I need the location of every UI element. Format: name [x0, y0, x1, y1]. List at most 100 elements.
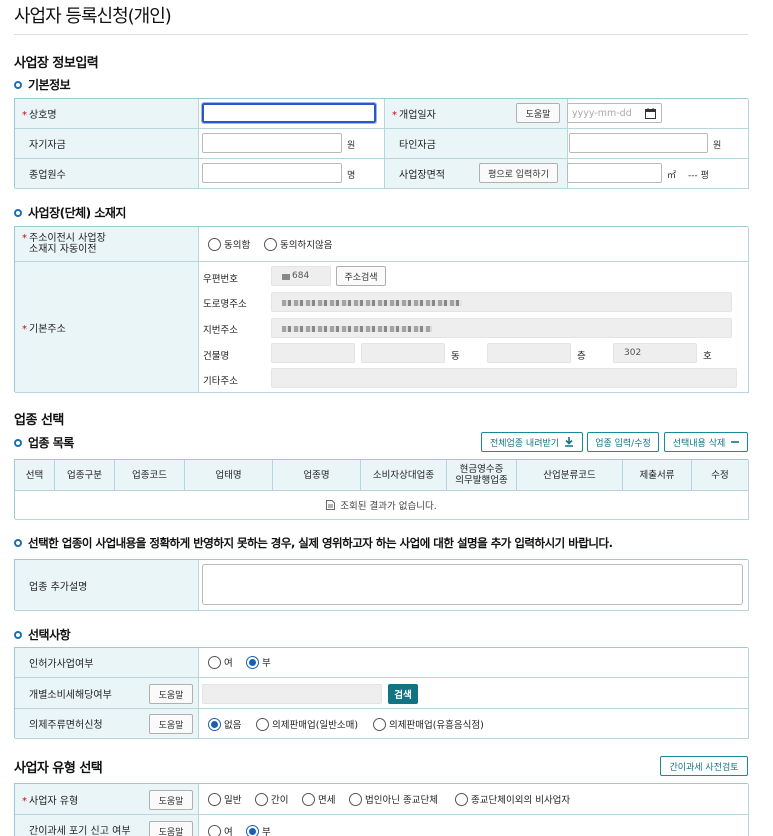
own-capital-input[interactable]	[202, 133, 342, 153]
biz-edit-button[interactable]: 업종 입력/수정	[587, 432, 659, 452]
address-search-button[interactable]: 주소검색	[336, 266, 386, 286]
permit-no-label: 부	[262, 658, 271, 669]
bullet-icon	[14, 80, 22, 89]
giveup-yes-radio[interactable]: 여	[208, 824, 233, 836]
extra-desc-label: 업종 추가설명	[15, 560, 199, 611]
masked-text	[282, 274, 290, 280]
ho-unit: 호	[703, 351, 712, 362]
radio-icon	[208, 824, 221, 836]
other-capital-label: 타인자금	[385, 129, 568, 159]
sqm-unit: ㎡	[667, 171, 677, 181]
liquor-entertain-radio[interactable]: 의제판매업(유흥음식점)	[373, 717, 484, 731]
masked-text	[282, 326, 432, 332]
type-other-radio[interactable]: 종교단체이외의 비사업자	[455, 792, 570, 806]
giveup-help-button[interactable]: 도움말	[149, 821, 193, 836]
liquor-help-button[interactable]: 도움말	[149, 714, 193, 734]
section-heading-info: 사업장 정보입력	[14, 56, 99, 71]
extra-desc-textarea[interactable]	[202, 564, 743, 605]
type-nonprofit-label: 법인아닌 종교단체	[365, 795, 438, 806]
subheading-options: 선택사항	[14, 626, 71, 643]
area-pyeong-button[interactable]: 평으로 입력하기	[479, 163, 558, 183]
type-general-label: 일반	[224, 795, 242, 806]
jibun-address-label: 지번주소	[203, 325, 238, 336]
radio-icon	[208, 655, 221, 669]
subheading-options-label: 선택사항	[28, 628, 71, 642]
empty-row: 조회된 결과가 없습니다.	[15, 491, 749, 520]
other-capital-unit: 원	[713, 141, 722, 151]
own-capital-label: 자기자금	[15, 129, 199, 159]
building-label: 건물명	[203, 351, 230, 362]
col-consumer-biz: 소비자상대업종	[361, 460, 447, 491]
section-heading-type: 사업자 유형 선택	[14, 761, 103, 776]
employees-input[interactable]	[202, 163, 342, 183]
type-nonprofit-radio[interactable]: 법인아닌 종교단체	[349, 792, 438, 806]
etc-address-label: 기타주소	[203, 376, 238, 387]
page-title: 사업자 등록신청(개인)	[14, 6, 172, 27]
bullet-icon	[14, 208, 22, 217]
open-date-placeholder: yyyy-mm-dd	[572, 107, 632, 119]
radio-icon	[255, 792, 268, 806]
jibun-address-field	[271, 318, 732, 338]
title-divider	[14, 34, 748, 35]
biz-list-table: 선택 업종구분 업종코드 업태명 업종명 소비자상대업종 현금영수증 의무발행업…	[14, 459, 749, 520]
floor-unit: 층	[577, 351, 586, 362]
calendar-icon[interactable]	[645, 108, 656, 119]
open-date-help-button[interactable]: 도움말	[516, 103, 560, 123]
liquor-retail-radio[interactable]: 의제판매업(일반소매)	[256, 717, 358, 731]
empty-message: 조회된 결과가 없습니다.	[340, 501, 437, 512]
area-input[interactable]	[567, 163, 662, 183]
delete-selection-button[interactable]: 선택내용 삭제	[664, 432, 748, 452]
dong-field	[361, 343, 445, 363]
zip-field: 684	[271, 266, 331, 286]
bullet-icon	[14, 539, 22, 547]
col-biz-category: 업태명	[185, 460, 273, 491]
delete-selection-label: 선택내용 삭제	[672, 438, 726, 449]
biz-note-text: 선택한 업종이 사업내용을 정확하게 반영하지 못하는 경우, 실제 영위하고자…	[28, 536, 613, 550]
radio-selected-icon	[246, 824, 259, 836]
auto-move-agree-radio[interactable]: 동의함	[208, 237, 250, 251]
radio-selected-icon	[208, 717, 221, 731]
biz-type-help-button[interactable]: 도움말	[149, 790, 193, 810]
auto-move-label-2: 소재지 자동이전	[29, 244, 97, 255]
auto-move-disagree-radio[interactable]: 동의하지않음	[264, 237, 332, 251]
type-general-radio[interactable]: 일반	[208, 792, 241, 806]
col-edit: 수정	[692, 460, 749, 491]
trade-name-input[interactable]	[201, 102, 377, 124]
bullet-icon	[14, 438, 22, 447]
radio-icon	[208, 237, 221, 251]
radio-icon	[455, 792, 468, 806]
minus-icon	[731, 441, 740, 443]
subheading-basic-label: 기본정보	[28, 78, 71, 92]
other-capital-input[interactable]	[569, 133, 708, 153]
liquor-none-label: 없음	[224, 720, 242, 731]
etc-address-field[interactable]	[271, 368, 737, 388]
col-biz-code: 업종코드	[115, 460, 185, 491]
download-icon	[565, 437, 574, 447]
permit-no-radio[interactable]: 부	[246, 655, 271, 669]
masked-text	[282, 300, 462, 306]
simple-tax-review-button[interactable]: 간이과세 사전검토	[660, 756, 748, 776]
road-address-field	[271, 292, 732, 312]
type-exempt-label: 면세	[318, 795, 336, 806]
liquor-none-radio[interactable]: 없음	[208, 717, 241, 731]
zip-value: 684	[292, 271, 310, 281]
zip-label: 우편번호	[203, 274, 238, 285]
download-all-button[interactable]: 전체업종 내려받기	[481, 432, 583, 452]
open-date-field[interactable]: yyyy-mm-dd	[567, 103, 662, 123]
col-biz-name: 업종명	[273, 460, 361, 491]
type-simple-radio[interactable]: 간이	[255, 792, 288, 806]
radio-icon	[208, 792, 221, 806]
type-exempt-radio[interactable]: 면세	[302, 792, 335, 806]
radio-icon	[256, 717, 269, 731]
permit-yes-radio[interactable]: 여	[208, 655, 233, 669]
giveup-no-radio[interactable]: 부	[246, 824, 271, 836]
biz-note: 선택한 업종이 사업내용을 정확하게 반영하지 못하는 경우, 실제 영위하고자…	[14, 535, 613, 551]
excise-field	[202, 684, 382, 704]
excise-search-button[interactable]: 검색	[388, 684, 418, 704]
basic-address-label: 기본주소	[29, 320, 66, 335]
radio-icon	[349, 792, 362, 806]
giveup-yes-label: 여	[224, 827, 233, 836]
permit-yes-label: 여	[224, 658, 233, 669]
document-icon	[326, 500, 336, 510]
excise-help-button[interactable]: 도움말	[149, 684, 193, 704]
